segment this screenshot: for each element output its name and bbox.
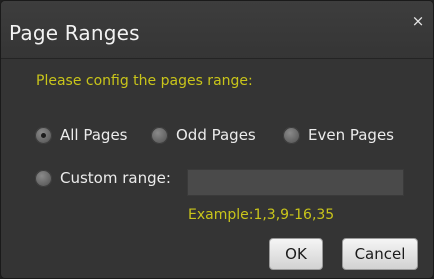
dialog-title: Page Ranges (9, 21, 140, 45)
custom-range-input[interactable] (187, 169, 404, 196)
cancel-button[interactable]: Cancel (342, 238, 418, 270)
radio-button-icon (35, 169, 52, 187)
divider (1, 58, 433, 59)
radio-custom-range[interactable]: Custom range: (35, 168, 171, 188)
page-ranges-dialog: Page Ranges × Please config the pages ra… (0, 0, 434, 279)
close-icon[interactable]: × (410, 13, 426, 29)
radio-even-pages[interactable]: Even Pages (283, 125, 394, 145)
radio-all-pages[interactable]: All Pages (35, 125, 128, 145)
title-bar: Page Ranges × (1, 1, 433, 59)
radio-label: All Pages (60, 126, 128, 144)
ok-button[interactable]: OK (269, 238, 323, 270)
example-text: Example:1,3,9-16,35 (188, 207, 335, 223)
radio-odd-pages[interactable]: Odd Pages (151, 125, 256, 145)
radio-button-icon (151, 126, 168, 144)
radio-label: Odd Pages (176, 126, 256, 144)
radio-button-icon (35, 126, 52, 144)
radio-label: Even Pages (308, 126, 394, 144)
prompt-text: Please config the pages range: (36, 73, 253, 89)
radio-button-icon (283, 126, 300, 144)
radio-label: Custom range: (60, 169, 171, 187)
